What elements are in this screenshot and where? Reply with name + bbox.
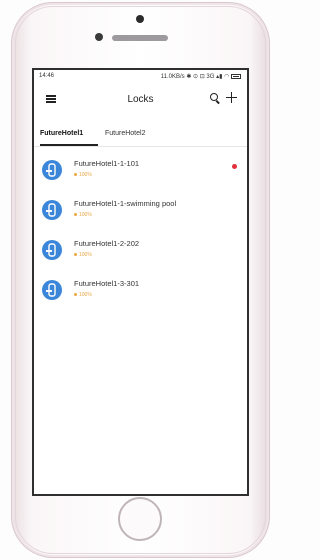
lock-icon <box>42 240 62 260</box>
battery-dot-icon <box>74 293 77 297</box>
battery-value: 100% <box>79 212 92 218</box>
status-indicators: 11.0KB/s ✱ ⊙ ⊡ 3G ▴▮ ◠ <box>161 73 241 80</box>
status-bar: 14:46 11.0KB/s ✱ ⊙ ⊡ 3G ▴▮ ◠ <box>34 70 247 82</box>
phone-frame: 14:46 11.0KB/s ✱ ⊙ ⊡ 3G ▴▮ ◠ Locks Futur… <box>11 2 270 558</box>
hotel-tabs: FutureHotel1 FutureHotel2 <box>34 124 247 147</box>
battery-icon <box>231 73 241 79</box>
battery-value: 100% <box>79 292 92 298</box>
battery-dot-icon <box>74 173 77 177</box>
lock-name: FutureHotel1-1-swimming pool <box>74 199 177 208</box>
active-tab-indicator <box>40 144 98 146</box>
lock-list-item[interactable]: FutureHotel1-3-301 100% <box>34 274 247 314</box>
menu-icon[interactable] <box>46 95 56 103</box>
battery-dot-icon <box>74 253 77 257</box>
lock-list-item[interactable]: FutureHotel1-1-swimming pool 100% <box>34 194 247 234</box>
tab-futurehotel1[interactable]: FutureHotel1 <box>40 130 83 137</box>
battery-level: 100% <box>74 292 92 298</box>
lock-icon <box>42 200 62 220</box>
app-bar: Locks <box>34 86 247 116</box>
proximity-sensor <box>95 33 103 41</box>
status-time: 14:46 <box>39 73 55 79</box>
lock-name: FutureHotel1-1-101 <box>74 159 140 168</box>
lock-icon <box>42 280 62 300</box>
battery-level: 100% <box>74 172 92 178</box>
tab-futurehotel2[interactable]: FutureHotel2 <box>105 130 145 137</box>
battery-level: 100% <box>74 212 92 218</box>
phone-screen: 14:46 11.0KB/s ✱ ⊙ ⊡ 3G ▴▮ ◠ Locks Futur… <box>32 68 249 496</box>
battery-value: 100% <box>79 252 92 258</box>
battery-dot-icon <box>74 213 77 217</box>
earpiece-speaker <box>112 35 168 41</box>
lock-list-item[interactable]: FutureHotel1-1-101 100% <box>34 154 247 194</box>
battery-value: 100% <box>79 172 92 178</box>
plus-icon[interactable] <box>226 92 237 103</box>
lock-name: FutureHotel1-3-301 <box>74 279 140 288</box>
lock-list-item[interactable]: FutureHotel1-2-202 100% <box>34 234 247 274</box>
front-camera <box>136 15 144 23</box>
lock-icon <box>42 160 62 180</box>
battery-level: 100% <box>74 252 92 258</box>
alert-dot <box>232 164 237 169</box>
search-icon[interactable] <box>210 93 221 104</box>
lock-name: FutureHotel1-2-202 <box>74 239 140 248</box>
status-indicator-text: 11.0KB/s ✱ ⊙ ⊡ 3G ▴▮ ◠ <box>160 74 230 80</box>
home-button[interactable] <box>118 497 162 541</box>
